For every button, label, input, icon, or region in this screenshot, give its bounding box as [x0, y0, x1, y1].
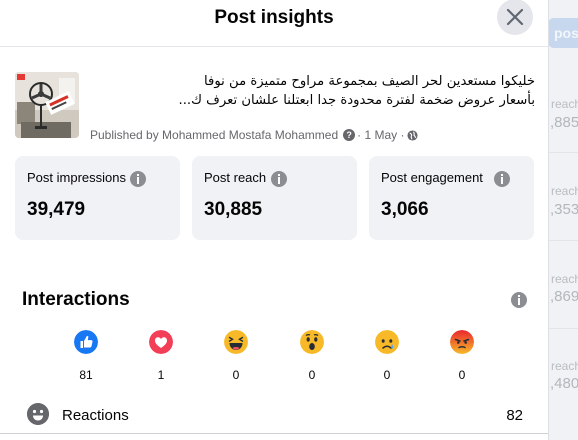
background-reach-value: ,480: [550, 375, 578, 392]
background-reach-value: ,353: [550, 201, 578, 218]
reaction-haha: 0: [221, 330, 251, 382]
stat-label: Post impressions: [27, 170, 126, 185]
background-divider: [548, 240, 578, 241]
reaction-count: 81: [79, 368, 93, 382]
haha-icon: [224, 330, 248, 354]
reaction-count: 0: [458, 368, 466, 382]
post-insights-dialog: Post insights خليكوا مستعدين لحر الصيف ب…: [0, 0, 549, 440]
reaction-angry: 0: [447, 330, 477, 382]
reaction-count: 0: [308, 368, 316, 382]
interactions-title: Interactions: [22, 289, 130, 310]
background-post-button-label: post: [554, 25, 578, 41]
stat-label: Post reach: [204, 170, 267, 185]
published-by: Published by Mohammed Mostafa Mohammed: [90, 128, 339, 142]
background-reach-label: reach: [551, 184, 578, 198]
stat-card-impressions: Post impressions 39,479: [15, 156, 180, 240]
stat-card-engagement: Post engagement 3,066: [369, 156, 534, 240]
reactions-total: 82: [506, 407, 523, 424]
globe-icon: [407, 129, 419, 141]
post-summary[interactable]: خليكوا مستعدين لحر الصيف بمجموعة مراوح م…: [15, 72, 535, 144]
background-post-button: post: [548, 18, 578, 48]
reaction-wow: 0: [297, 330, 327, 382]
reaction-like: 81: [71, 330, 101, 382]
stat-label: Post engagement: [381, 170, 483, 185]
stat-value: 30,885: [204, 199, 263, 220]
background-reach-label: reach: [551, 359, 578, 373]
reaction-count: 0: [383, 368, 391, 382]
post-thumbnail[interactable]: [15, 72, 79, 138]
question-icon[interactable]: ?: [343, 129, 356, 141]
like-icon: [74, 330, 98, 354]
post-meta: Published by Mohammed Mostafa Mohammed ?…: [90, 128, 419, 142]
reaction-love: 1: [146, 330, 176, 382]
info-icon[interactable]: [271, 171, 287, 187]
stat-value: 3,066: [381, 199, 429, 220]
post-message-line: بأسعار عروض ضخمة لفترة محدودة جدا ابعتلن…: [178, 93, 535, 108]
angry-icon: [450, 330, 474, 354]
post-message-line: خليكوا مستعدين لحر الصيف بمجموعة مراوح م…: [204, 74, 535, 89]
close-button[interactable]: [497, 0, 533, 35]
close-icon: [506, 8, 524, 26]
wow-icon: [300, 330, 324, 354]
fan-product-image: [15, 72, 79, 138]
reaction-sad: 0: [372, 330, 402, 382]
reactions-row[interactable]: Reactions 82: [27, 401, 527, 425]
smiley-icon: [27, 403, 49, 425]
love-icon: [149, 330, 173, 354]
reaction-count: 0: [232, 368, 240, 382]
reaction-count: 1: [157, 368, 165, 382]
interactions-info-icon[interactable]: [511, 292, 527, 308]
background-divider: [548, 328, 578, 329]
post-message: خليكوا مستعدين لحر الصيف بمجموعة مراوح م…: [91, 72, 535, 110]
dialog-header: Post insights: [0, 0, 548, 47]
divider: [0, 433, 548, 434]
background-reach-label: reach: [551, 97, 578, 111]
sad-icon: [375, 330, 399, 354]
reactions-label: Reactions: [62, 407, 129, 424]
background-reach-value: ,885: [550, 114, 578, 131]
background-reach-value: ,869: [550, 288, 578, 305]
background-reach-label: reach: [551, 272, 578, 286]
info-icon[interactable]: [494, 171, 510, 187]
info-icon[interactable]: [130, 171, 146, 187]
background-divider: [548, 152, 578, 153]
stat-card-reach: Post reach 30,885: [192, 156, 357, 240]
dialog-title: Post insights: [214, 7, 334, 28]
stat-value: 39,479: [27, 199, 86, 220]
background-page: post reach ,885 reach ,353 reach ,869 re…: [548, 0, 578, 440]
post-date: · 1 May ·: [357, 128, 405, 142]
